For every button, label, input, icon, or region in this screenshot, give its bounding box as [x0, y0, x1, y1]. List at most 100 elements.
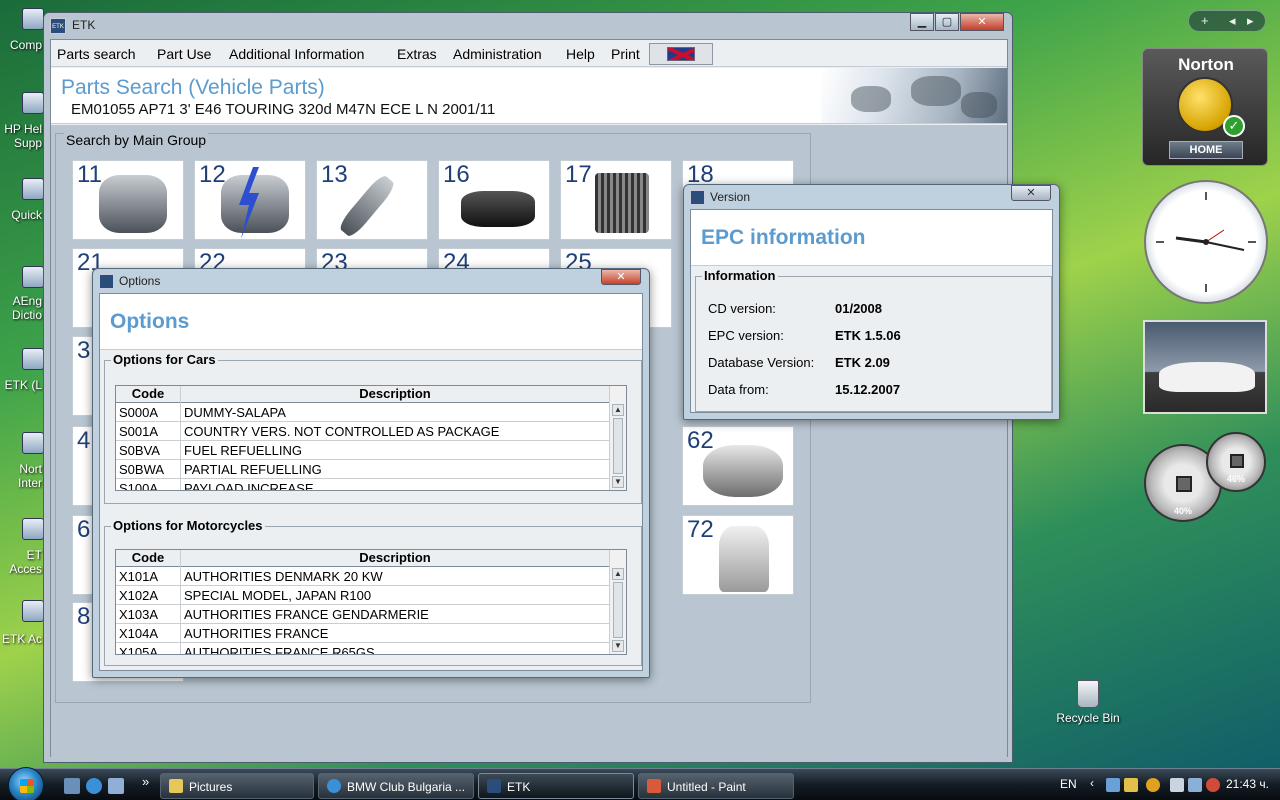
version-dialog[interactable]: Version ✕ EPC information Information CD…: [683, 184, 1060, 420]
show-desktop-icon[interactable]: [64, 778, 80, 794]
menu-part-use[interactable]: Part Use: [157, 46, 211, 62]
add-gadget-icon[interactable]: +: [1201, 13, 1209, 28]
row-code: X101A: [119, 569, 159, 584]
car-options-scrollbar[interactable]: ▲ ▼: [609, 386, 626, 490]
start-button[interactable]: [8, 767, 44, 800]
scroll-down-icon[interactable]: ▼: [612, 476, 624, 488]
quicklaunch-more-icon[interactable]: »: [142, 774, 149, 789]
column-header-description[interactable]: Description: [181, 386, 610, 403]
menu-help[interactable]: Help: [566, 46, 595, 62]
options-dialog-body: Options Options for Cars Code Descriptio…: [99, 293, 643, 671]
minimize-button[interactable]: ▁: [910, 13, 934, 31]
tray-expand-icon[interactable]: ‹: [1090, 776, 1094, 790]
scroll-thumb[interactable]: [613, 582, 623, 638]
security-icon[interactable]: [1124, 778, 1138, 792]
group-number: 13: [321, 161, 348, 188]
main-titlebar[interactable]: ETK ETK ▁ ▢ ✕: [44, 13, 1012, 39]
menu-administration[interactable]: Administration: [453, 46, 542, 62]
scroll-thumb[interactable]: [613, 418, 623, 474]
engine-icon: [99, 175, 167, 233]
close-button[interactable]: ✕: [601, 269, 641, 285]
group-tile-11[interactable]: 11: [72, 160, 184, 240]
table-row[interactable]: X105A AUTHORITIES FRANCE R65GS: [116, 643, 610, 654]
table-row[interactable]: S100A PAYLOAD INCREASE: [116, 479, 610, 491]
desktop-icon-recycle-bin[interactable]: Recycle Bin: [1052, 680, 1124, 725]
instrument-cluster-icon: [703, 445, 783, 497]
sidebar-controls[interactable]: + ◂ ▸: [1188, 10, 1266, 32]
database-version-value: ETK 2.09: [835, 355, 890, 370]
table-row[interactable]: X101A AUTHORITIES DENMARK 20 KW: [116, 567, 610, 586]
group-tile-62[interactable]: 62: [682, 426, 794, 506]
taskbar-item-label: Pictures: [189, 780, 233, 794]
table-row[interactable]: X102A SPECIAL MODEL, JAPAN R100: [116, 586, 610, 605]
group-legend: Information: [702, 268, 778, 283]
group-tile-17[interactable]: 17: [560, 160, 672, 240]
computer-icon: [22, 8, 44, 30]
motorcycle-options-group: Options for Motorcycles Code Description…: [104, 518, 642, 666]
options-dialog[interactable]: Options ✕ Options Options for Cars Code …: [92, 268, 650, 678]
norton-tray-icon[interactable]: [1146, 778, 1160, 792]
scroll-up-icon[interactable]: ▲: [612, 404, 624, 416]
page-header: Parts Search (Vehicle Parts) EM01055 AP7…: [51, 68, 1007, 124]
language-indicator[interactable]: EN: [1060, 777, 1077, 791]
taskbar-item-pictures[interactable]: Pictures: [160, 773, 314, 799]
menu-additional-information[interactable]: Additional Information: [229, 46, 364, 62]
clock-time[interactable]: 21:43 ч.: [1226, 777, 1269, 791]
group-tile-72[interactable]: 72: [682, 515, 794, 595]
desktop-icon-label: Quick: [11, 208, 42, 222]
dictionary-icon: [22, 266, 44, 288]
group-number: 4: [77, 427, 91, 454]
column-header-code[interactable]: Code: [116, 550, 181, 567]
internet-explorer-icon[interactable]: [86, 778, 102, 794]
maximize-button[interactable]: ▢: [935, 13, 959, 31]
volume-muted-icon[interactable]: [1206, 778, 1220, 792]
motorcycle-options-scrollbar[interactable]: ▲ ▼: [609, 550, 626, 654]
column-header-description[interactable]: Description: [181, 550, 610, 567]
menu-parts-search[interactable]: Parts search: [57, 46, 136, 62]
language-button[interactable]: [649, 43, 713, 65]
display-icon[interactable]: [1188, 778, 1202, 792]
row-description: FUEL REFUELLING: [184, 443, 302, 458]
taskbar-item-bmw-club[interactable]: BMW Club Bulgaria ...: [318, 773, 474, 799]
motorcycle-options-table[interactable]: Code Description X101A AUTHORITIES DENMA…: [115, 549, 627, 655]
group-tile-13[interactable]: 13: [316, 160, 428, 240]
switch-windows-icon[interactable]: [108, 778, 124, 794]
scroll-up-icon[interactable]: ▲: [612, 568, 624, 580]
group-number: 16: [443, 161, 470, 188]
dialog-heading: EPC information: [701, 226, 866, 249]
taskbar-item-paint[interactable]: Untitled - Paint: [638, 773, 794, 799]
norton-home-button[interactable]: HOME: [1169, 141, 1243, 159]
table-row[interactable]: X103A AUTHORITIES FRANCE GENDARMERIE: [116, 605, 610, 624]
cd-version-label: CD version:: [708, 301, 776, 316]
table-row[interactable]: S000A DUMMY-SALAPA: [116, 403, 610, 422]
taskbar-item-etk[interactable]: ETK: [478, 773, 634, 799]
help-icon: [22, 92, 44, 114]
table-row[interactable]: S001A COUNTRY VERS. NOT CONTROLLED AS PA…: [116, 422, 610, 441]
desktop-icon-label: ETK Ac: [1, 632, 42, 646]
close-button[interactable]: ✕: [1011, 185, 1051, 201]
norton-gadget[interactable]: Norton ✓ HOME: [1142, 48, 1268, 166]
table-row[interactable]: S0BVA FUEL REFUELLING: [116, 441, 610, 460]
table-row[interactable]: S0BWA PARTIAL REFUELLING: [116, 460, 610, 479]
row-description: SPECIAL MODEL, JAPAN R100: [184, 588, 372, 603]
row-code: S0BVA: [119, 443, 160, 458]
car-options-table[interactable]: Code Description S000A DUMMY-SALAPA S001…: [115, 385, 627, 491]
network-icon[interactable]: [1106, 778, 1120, 792]
scroll-down-icon[interactable]: ▼: [612, 640, 624, 652]
window-title: ETK: [72, 18, 96, 32]
table-row[interactable]: X104A AUTHORITIES FRANCE: [116, 624, 610, 643]
group-tile-12[interactable]: 12: [194, 160, 306, 240]
menu-extras[interactable]: Extras: [397, 46, 437, 62]
slideshow-gadget[interactable]: [1143, 320, 1267, 414]
close-button[interactable]: ✕: [960, 13, 1004, 31]
previous-icon[interactable]: ◂: [1229, 13, 1236, 29]
devices-icon[interactable]: [1170, 778, 1184, 792]
next-icon[interactable]: ▸: [1247, 13, 1254, 29]
uk-flag-icon: [667, 47, 695, 61]
row-description: PAYLOAD INCREASE: [184, 481, 314, 491]
seat-icon: [719, 526, 769, 592]
menu-print[interactable]: Print: [611, 46, 640, 62]
group-number: 72: [687, 516, 714, 543]
column-header-code[interactable]: Code: [116, 386, 181, 403]
group-tile-16[interactable]: 16: [438, 160, 550, 240]
